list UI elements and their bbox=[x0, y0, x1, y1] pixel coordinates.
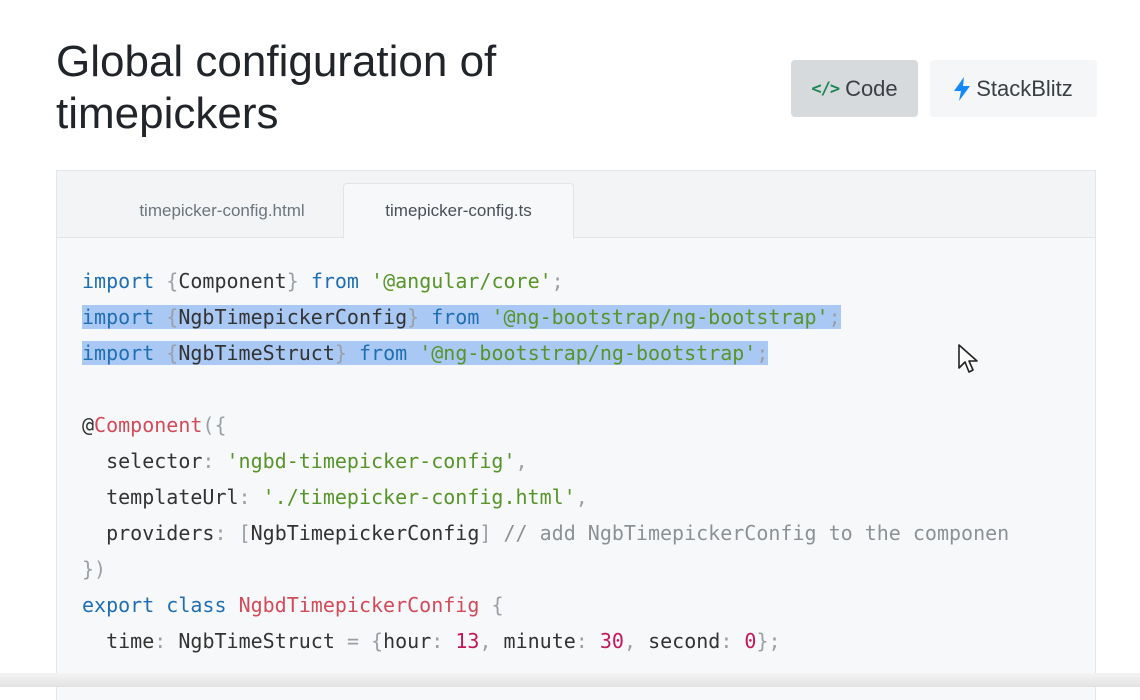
stackblitz-button-label: StackBlitz bbox=[976, 75, 1073, 101]
tab-timepicker-config-html[interactable]: timepicker-config.html bbox=[87, 183, 357, 239]
tab-timepicker-config-ts[interactable]: timepicker-config.ts bbox=[343, 183, 574, 239]
code-line-10: export class NgbdTimepickerConfig { bbox=[82, 593, 504, 617]
code-button[interactable]: </> Code bbox=[791, 60, 918, 117]
code-line-3: import {NgbTimeStruct} from '@ng-bootstr… bbox=[82, 341, 769, 365]
code-button-label: Code bbox=[845, 75, 898, 101]
bolt-icon bbox=[954, 76, 971, 101]
code-line-5: @Component({ bbox=[82, 413, 227, 437]
mouse-cursor-icon bbox=[957, 343, 979, 380]
code-icon: </> bbox=[811, 78, 840, 99]
tab-bar: timepicker-config.html timepicker-config… bbox=[57, 171, 1095, 239]
code-block[interactable]: import {Component} from '@angular/core';… bbox=[82, 263, 1009, 659]
code-panel: timepicker-config.html timepicker-config… bbox=[56, 170, 1096, 700]
stackblitz-button[interactable]: StackBlitz bbox=[930, 60, 1097, 117]
code-line-8: providers: [NgbTimepickerConfig] // add … bbox=[106, 521, 1010, 545]
code-line-7: templateUrl: './timepicker-config.html', bbox=[106, 485, 588, 509]
code-line-11: time: NgbTimeStruct = {hour: 13, minute:… bbox=[106, 629, 781, 653]
code-line-2: import {NgbTimepickerConfig} from '@ng-b… bbox=[82, 305, 841, 329]
code-line-9: }) bbox=[82, 557, 107, 581]
code-line-6: selector: 'ngbd-timepicker-config', bbox=[106, 449, 528, 473]
bottom-edge bbox=[0, 673, 1140, 687]
code-line-1: import {Component} from '@angular/core'; bbox=[82, 269, 564, 293]
page-title: Global configuration of timepickers bbox=[56, 37, 497, 138]
